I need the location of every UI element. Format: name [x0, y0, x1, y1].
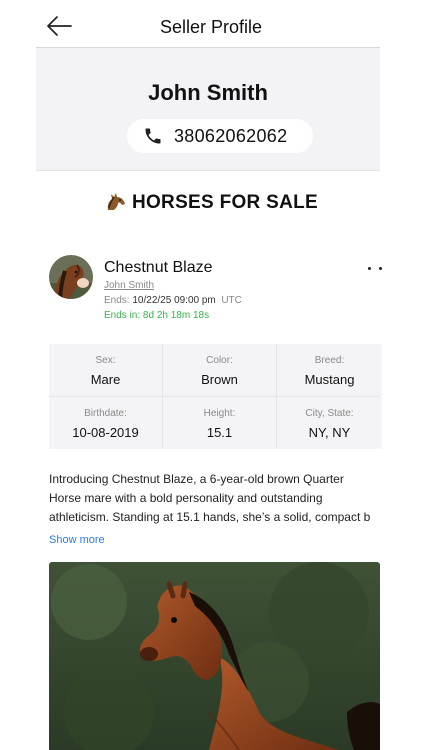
top-bar: Seller Profile	[0, 0, 422, 48]
listing-avatar[interactable]	[49, 255, 93, 299]
horse-emoji-icon	[107, 193, 125, 210]
description-line: Horse mare with a bold personality and o…	[49, 491, 323, 505]
spec-label: Breed:	[314, 355, 345, 366]
spec-label: Height:	[203, 408, 236, 419]
spec-birthdate: Birthdate: 10-08-2019	[49, 397, 162, 449]
ends-date: 10/22/25 09:00 pm	[132, 295, 216, 306]
spec-sex: Sex: Mare	[49, 344, 162, 396]
spec-value: Mustang	[304, 372, 355, 387]
spec-height: Height: 15.1	[163, 397, 276, 449]
spec-label: City, State:	[305, 408, 354, 419]
phone-number: 38062062062	[174, 125, 288, 146]
spec-label: Sex:	[95, 355, 116, 366]
spec-location: City, State: NY, NY	[277, 397, 382, 449]
spec-value: 10-08-2019	[72, 425, 139, 440]
phone-button[interactable]: 38062062062	[127, 119, 313, 153]
dot-icon	[368, 266, 371, 270]
section-title: HORSES FOR SALE	[131, 192, 319, 213]
spec-label: Color:	[206, 355, 233, 366]
horse-photo[interactable]	[49, 562, 380, 750]
seller-card: John Smith 38062062062	[36, 48, 380, 171]
horse-thumbnail-image	[49, 255, 93, 299]
countdown-timer: Ends in: 8d 2h 18m 18s	[104, 310, 210, 321]
spec-value: 15.1	[206, 425, 233, 440]
horse-specs-grid: Sex: Mare Color: Brown Breed: Mustang Bi…	[49, 344, 382, 449]
listing-title[interactable]: Chestnut Blaze	[104, 259, 213, 277]
spec-breed: Breed: Mustang	[277, 344, 382, 396]
listing-description: Introducing Chestnut Blaze, a 6-year-old…	[49, 470, 382, 527]
section-heading: HORSES FOR SALE	[0, 191, 422, 214]
spec-value: Brown	[201, 372, 238, 387]
show-more-link[interactable]: Show more	[49, 534, 105, 546]
listing-seller-link[interactable]: John Smith	[104, 280, 154, 291]
spec-value: Mare	[90, 372, 121, 387]
auction-end-time: Ends: 10/22/25 09:00 pm UTC	[104, 295, 242, 306]
page-title: Seller Profile	[159, 17, 263, 37]
ends-label: Ends:	[104, 295, 130, 306]
description-line: Introducing Chestnut Blaze, a 6-year-old…	[49, 472, 344, 486]
seller-name: John Smith	[148, 80, 268, 105]
dot-icon	[379, 266, 382, 270]
more-options-button[interactable]	[368, 265, 382, 271]
ends-timezone: UTC	[221, 295, 242, 306]
spec-color: Color: Brown	[163, 344, 276, 396]
spec-label: Birthdate:	[84, 408, 127, 419]
description-line: athleticism. Standing at 15.1 hands, she…	[49, 510, 371, 524]
spec-value: NY, NY	[308, 425, 351, 440]
listing-header: Chestnut Blaze John Smith Ends: 10/22/25…	[49, 255, 382, 325]
horse-photo-image	[49, 562, 380, 750]
phone-icon	[145, 128, 161, 144]
